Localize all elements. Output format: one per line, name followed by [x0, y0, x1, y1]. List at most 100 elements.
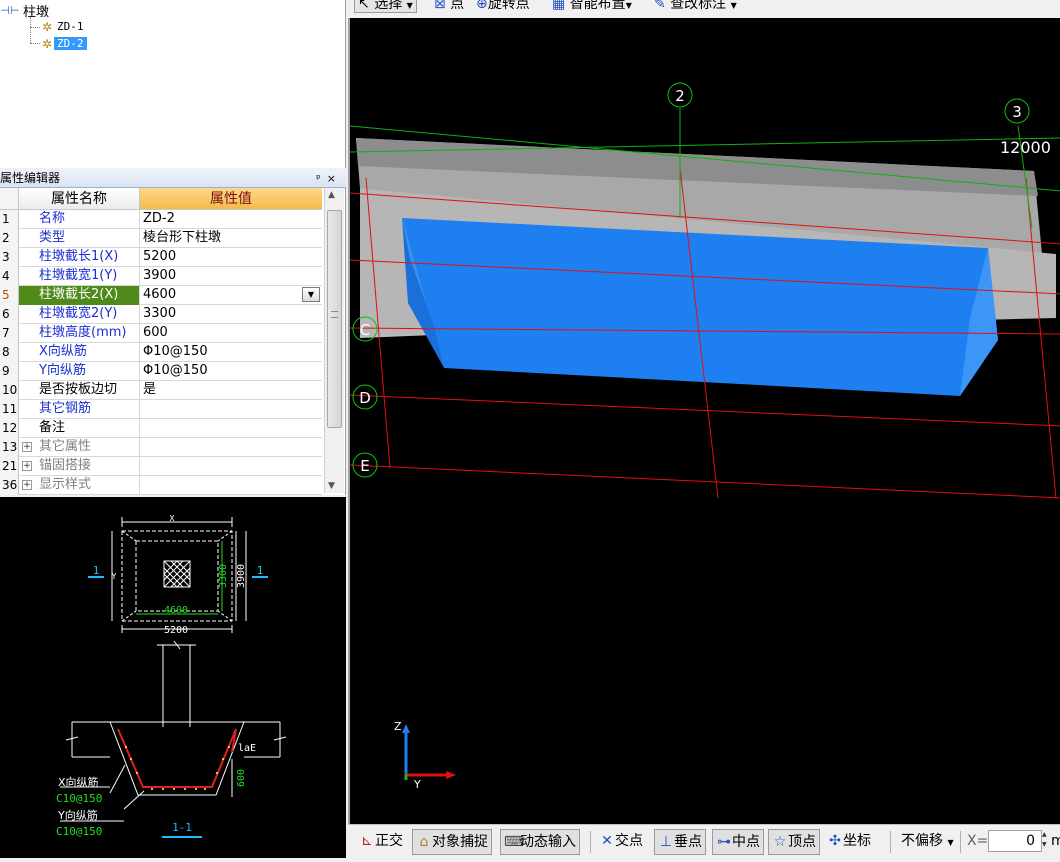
property-name: 显示样式 — [19, 476, 140, 495]
keyboard-icon: ⌨ — [504, 834, 525, 850]
property-row[interactable]: 7 柱墩高度(mm) 600 — [0, 324, 322, 343]
pier-drawing: X Y 4600 5200 3300 3900 1 1 laE 600 X向纵筋… — [56, 514, 287, 838]
property-value[interactable]: 3300 — [140, 305, 322, 324]
row-number: 6 — [0, 305, 19, 324]
property-name: X向纵筋 — [19, 343, 140, 362]
property-row[interactable]: 36 显示样式 + — [0, 476, 322, 495]
property-value[interactable] — [140, 419, 322, 438]
property-row[interactable]: 1 名称 ZD-2 — [0, 210, 322, 229]
expand-icon[interactable]: + — [22, 461, 32, 471]
property-value[interactable]: 3900 — [140, 267, 322, 286]
cad-preview: X Y 4600 5200 3300 3900 1 1 laE 600 X向纵筋… — [0, 497, 346, 858]
close-icon[interactable]: × — [327, 172, 342, 185]
property-value[interactable]: 是 — [140, 381, 322, 400]
property-name: 柱墩截宽1(Y) — [19, 267, 140, 286]
midpoint-icon: ⊶ — [717, 834, 731, 850]
check-annotation-button[interactable]: ✎ 查改标注 ▼ — [654, 0, 737, 12]
scroll-down-icon[interactable]: ▼ — [328, 481, 335, 491]
row-number: 9 — [0, 362, 19, 381]
property-value[interactable]: Φ10@150 — [140, 343, 322, 362]
component-tree[interactable]: ⊣⊢ 柱墩 ✲ ZD-1 ✲ ZD-2 — [0, 0, 346, 168]
scrollbar-thumb[interactable] — [327, 210, 342, 428]
chevron-down-icon: ▼ — [625, 1, 632, 10]
tree-root-pier[interactable]: ⊣⊢ 柱墩 — [0, 2, 52, 20]
section-title: 1-1 — [172, 821, 192, 834]
property-row[interactable]: 2 类型 棱台形下柱墩 — [0, 229, 322, 248]
property-value[interactable] — [140, 476, 322, 495]
coordinate-icon: ✣ — [829, 833, 841, 849]
row-number: 21 — [0, 457, 19, 476]
property-row[interactable]: 4 柱墩截宽1(Y) 3900 — [0, 267, 322, 286]
pin-icon[interactable]: ᵖ — [316, 172, 327, 185]
property-row[interactable]: 6 柱墩截宽2(Y) 3300 — [0, 305, 322, 324]
property-editor-title: 属性编辑器 — [0, 171, 61, 185]
dimension-label: 12000 — [1000, 138, 1051, 157]
property-row[interactable]: 21 锚固搭接 + — [0, 457, 322, 476]
expand-icon[interactable]: + — [22, 442, 32, 452]
cursor-icon: ↖ — [358, 0, 370, 12]
property-value[interactable]: Φ10@150 — [140, 362, 322, 381]
property-row[interactable]: 11 其它钢筋 — [0, 400, 322, 419]
select-button[interactable]: ↖ 选择 ▼ — [354, 0, 417, 13]
3d-viewport[interactable]: 2 3 C D E 12000 Z Y — [348, 18, 1060, 824]
property-row[interactable]: 3 柱墩截长1(X) 5200 — [0, 248, 322, 267]
property-row[interactable]: 8 X向纵筋 Φ10@150 — [0, 343, 322, 362]
property-value[interactable] — [140, 457, 322, 476]
row-number: 13 — [0, 438, 19, 457]
annotation-icon: ✎ — [654, 0, 666, 12]
snap-perpendicular-toggle[interactable]: ⊥ 垂点 — [654, 829, 706, 855]
column-header-name: 属性名称 — [19, 188, 140, 210]
property-value[interactable]: 棱台形下柱墩 — [140, 229, 322, 248]
intersection-icon: ✕ — [601, 833, 613, 849]
property-value[interactable]: 5200 — [140, 248, 322, 267]
dynamic-input-toggle[interactable]: ⌨动态输入 — [500, 829, 580, 855]
snap-vertex-toggle[interactable]: ☆ 顶点 — [768, 829, 820, 855]
dropdown-button[interactable]: ▼ — [302, 287, 320, 302]
property-row[interactable]: 5 柱墩截长2(X) 4600 ▼ — [0, 286, 322, 305]
row-number: 5 — [0, 286, 19, 305]
row-number: 1 — [0, 210, 19, 229]
x-coordinate-input[interactable]: 0 — [988, 830, 1042, 852]
property-value[interactable] — [140, 438, 322, 457]
unit-label: m — [1051, 833, 1060, 849]
property-grid[interactable]: 属性名称 属性值 1 名称 ZD-2 2 类型 棱台形下柱墩 3 柱墩截长1(X) 5200 4 柱… — [0, 188, 346, 495]
tree-item-label: ZD-2 — [54, 37, 87, 50]
property-name: Y向纵筋 — [19, 362, 140, 381]
snap-coordinate-toggle[interactable]: ✣ 坐标 — [824, 829, 874, 855]
property-name: 柱墩截长2(X) — [19, 286, 140, 305]
property-value[interactable]: ZD-2 — [140, 210, 322, 229]
point-button[interactable]: ⊠ 点 — [434, 0, 464, 11]
property-value[interactable]: 4600 — [140, 286, 322, 305]
property-value[interactable] — [140, 400, 322, 419]
tree-item-zd2[interactable]: ✲ ZD-2 — [40, 35, 87, 52]
property-name: 类型 — [19, 229, 140, 248]
snap-toolbar: ⊾ 正交 ⌂ 对象捕捉 ⌨动态输入 ✕ 交点 ⊥ 垂点 ⊶中点 ☆ 顶点 ✣ 坐标 不偏移 … — [348, 824, 1060, 858]
y-bar-spec: C10@150 — [56, 825, 102, 838]
property-row[interactable]: 13 其它属性 + — [0, 438, 322, 457]
gear-icon: ✲ — [41, 19, 53, 34]
snap-intersection-toggle[interactable]: ✕ 交点 — [596, 829, 646, 855]
property-row[interactable]: 12 备注 — [0, 419, 322, 438]
property-name: 是否按板边切 — [19, 381, 140, 400]
property-row[interactable]: 9 Y向纵筋 Φ10@150 — [0, 362, 322, 381]
axis-label-c: C — [360, 321, 370, 339]
section-mark-right: 1 — [257, 564, 264, 577]
perpendicular-icon: ⊥ — [659, 834, 673, 850]
property-scrollbar[interactable]: ▲ ▼ — [324, 188, 344, 493]
property-value[interactable]: 600 — [140, 324, 322, 343]
expand-icon[interactable]: + — [22, 480, 32, 490]
scroll-up-icon[interactable]: ▲ — [328, 190, 335, 200]
row-number: 2 — [0, 229, 19, 248]
ortho-toggle[interactable]: ⊾ 正交 — [356, 829, 406, 855]
column-header-value: 属性值 — [140, 188, 322, 210]
row-number: 11 — [0, 400, 19, 419]
property-row[interactable]: 10 是否按板边切是 — [0, 381, 322, 400]
tree-item-zd1[interactable]: ✲ ZD-1 — [40, 18, 87, 35]
property-name: 柱墩高度(mm) — [19, 324, 140, 343]
rotate-point-button[interactable]: ⊕旋转点 — [476, 0, 530, 11]
row-number-header — [0, 188, 19, 210]
snap-midpoint-toggle[interactable]: ⊶中点 — [712, 829, 764, 855]
smart-layout-button[interactable]: ▦ 智能布置▼ — [552, 0, 632, 12]
offset-mode-select[interactable]: 不偏移 ▼ — [898, 829, 957, 855]
object-snap-toggle[interactable]: ⌂ 对象捕捉 — [412, 829, 492, 855]
